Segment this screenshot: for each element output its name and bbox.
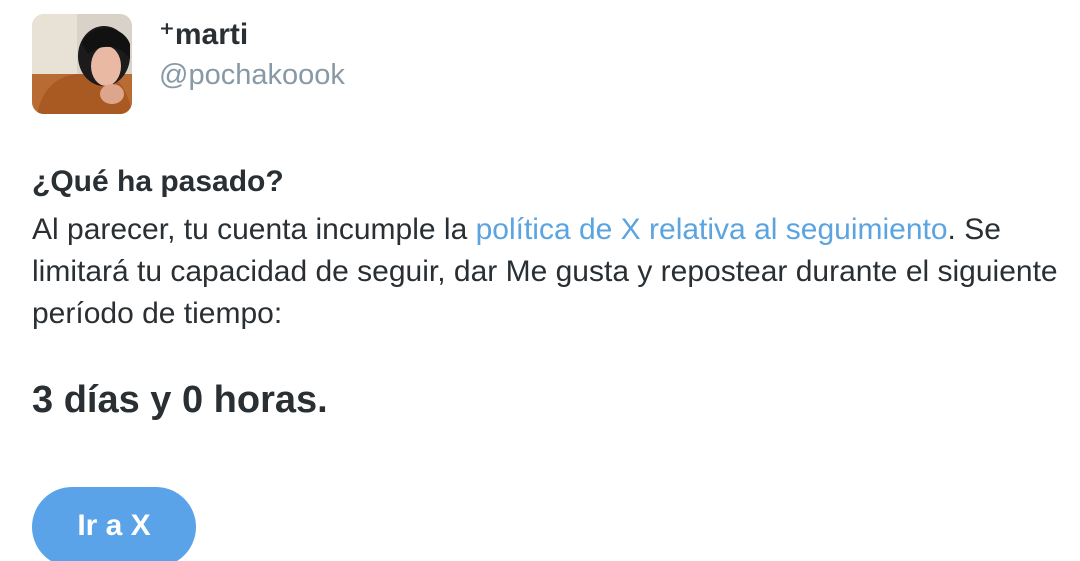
message-text-start: Al parecer, tu cuenta incumple la <box>32 213 476 246</box>
go-to-x-button[interactable]: Ir a X <box>32 487 196 561</box>
notice-message: Al parecer, tu cuenta incumple la políti… <box>32 209 1062 335</box>
user-profile-header: ⁺marti @pochakoook <box>32 14 345 114</box>
user-handle: @pochakoook <box>159 59 345 91</box>
restriction-duration: 3 días y 0 horas. <box>32 379 328 421</box>
user-names: ⁺marti @pochakoook <box>159 18 345 92</box>
follow-policy-link[interactable]: política de X relativa al seguimiento <box>476 213 948 246</box>
restriction-notice-page: ⁺marti @pochakoook ¿Qué ha pasado? Al pa… <box>0 0 1080 561</box>
notice-content: ¿Qué ha pasado? Al parecer, tu cuenta in… <box>32 163 1062 423</box>
notice-heading: ¿Qué ha pasado? <box>32 165 284 198</box>
profile-photo-icon <box>32 14 132 114</box>
avatar[interactable] <box>32 14 132 114</box>
display-name: ⁺marti <box>159 18 249 51</box>
